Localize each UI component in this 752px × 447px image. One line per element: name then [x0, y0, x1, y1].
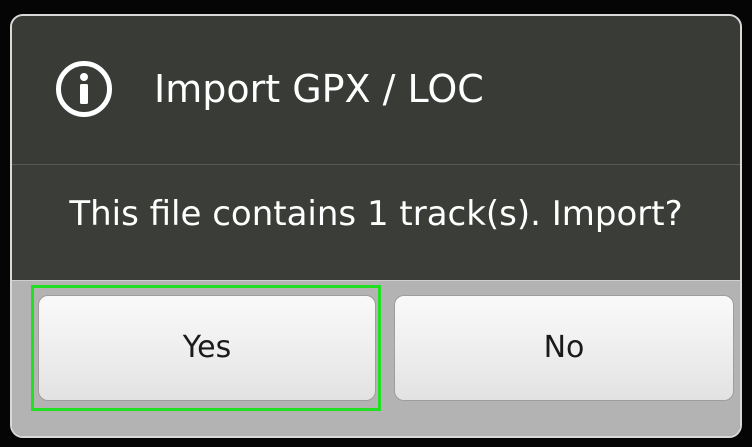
import-dialog: Import GPX / LOC This file contains 1 tr…: [10, 14, 742, 438]
info-icon: [55, 60, 113, 118]
dialog-message: This file contains 1 track(s). Import?: [69, 194, 683, 234]
dialog-title: Import GPX / LOC: [154, 67, 484, 111]
dialog-title-bar: Import GPX / LOC: [12, 16, 740, 165]
no-button[interactable]: No: [394, 295, 734, 401]
dialog-button-bar: Yes No: [12, 280, 740, 436]
yes-button[interactable]: Yes: [38, 295, 376, 401]
